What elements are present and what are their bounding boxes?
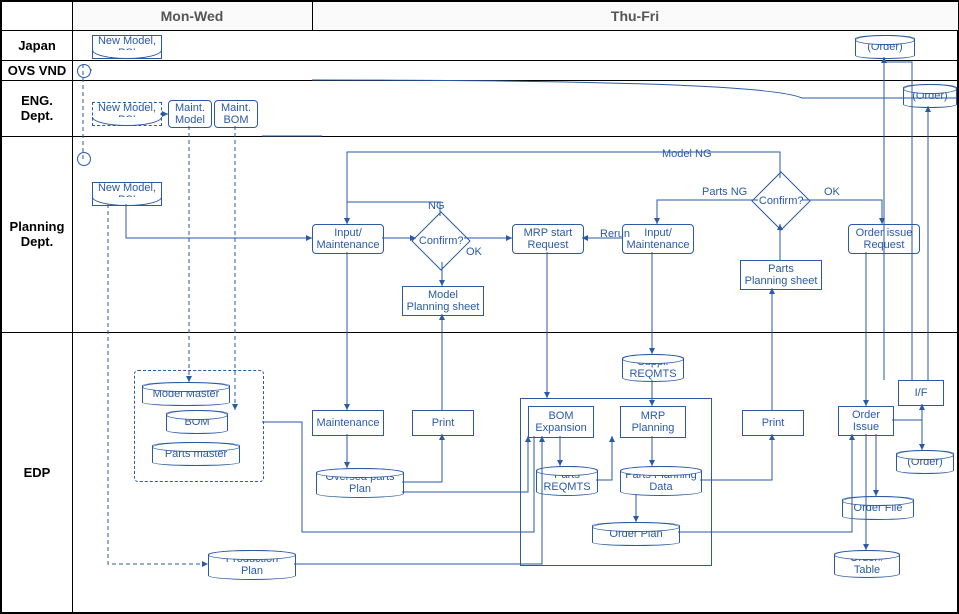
label: Suppl. REQMTS [629,356,676,380]
swimlane-diagram: Mon-Wed Thu-Fri Japan OVS VND ENG. Dept.… [0,0,959,614]
rect-model-sheet: Model Planning sheet [402,286,484,316]
label: Order# Table [850,552,884,576]
label-ok1: OK [466,246,482,258]
cyl-ovs-order: (Order) [903,84,957,108]
cyl-suppl-reqmts: Suppl. REQMTS [622,354,684,382]
label: (Order) [867,41,902,53]
rect-print2: Print [742,410,804,436]
proc-input-maint2: Input/ Maintenance [622,224,694,254]
cyl-model-master: Model Master [142,382,230,406]
row-japan: Japan [2,30,73,60]
label-ok2: OK [824,186,840,198]
row-ovs-vnd: OVS VND [2,60,73,80]
doc-japan-newmodel: New Model, PSI [92,35,162,59]
label-rerun: Rerun [600,228,630,240]
row-planning-dept: Planning Dept. [2,136,73,332]
label: Order Plan [609,528,662,540]
proc-maint-model: Maint. Model [168,100,212,128]
label: Parts Planning Data [625,469,697,493]
cyl-ordernum-table: Order# Table [834,550,900,578]
col-thu-fri: Thu-Fri [312,2,958,30]
label-parts-ng: Parts NG [702,186,747,198]
cyl-parts-reqmts: Parts REQMTS [536,466,598,496]
label: Confirm? [419,235,464,247]
proc-input-maint: Input/ Maintenance [312,224,384,254]
label-ng1: NG [428,200,445,212]
label: Model Master [153,388,220,400]
row-eng-dept: ENG. Dept. [2,80,73,136]
label: Order File [854,502,903,514]
cyl-order-plan: Order Plan [592,522,680,546]
col-mon-wed: Mon-Wed [72,2,312,30]
rect-print1: Print [412,410,474,436]
cyl-edp-order: (Order) [896,450,954,474]
cyl-order-file: Order File [842,496,914,520]
cyl-oversea-plan: Oversea parts Plan [316,468,404,498]
rect-parts-sheet: Parts Planning sheet [740,260,822,290]
cyl-japan-order: (Order) [855,35,915,59]
label: BOM [184,416,209,428]
rect-maintenance: Maintenance [312,410,384,436]
cyl-parts-master: Parts master [152,442,240,466]
label: (Order) [912,90,947,102]
proc-mrp-start: MRP start Request [512,224,584,254]
label-model-ng: Model NG [662,148,712,160]
row-edp: EDP [2,332,73,612]
rect-bom-expansion: BOM Expansion [528,406,594,438]
label: Confirm? [759,195,804,207]
label: Parts REQMTS [543,469,590,493]
doc-eng-newmodel: New Model, PSI [92,102,162,126]
label: Parts master [165,448,227,460]
cyl-bom: BOM [166,410,228,434]
label: Oversea parts Plan [325,471,394,495]
cyl-parts-plan-data: Parts Planning Data [620,466,702,496]
label: Production Plan [226,553,279,577]
proc-order-issue-req: Order issue Request [848,224,920,254]
rect-if: I/F [898,380,944,406]
decision-confirm1: Confirm? [411,211,470,270]
label: (Order) [907,456,942,468]
decision-confirm2: Confirm? [751,171,810,230]
rect-order-issue: Order Issue [838,406,894,436]
doc-plan-newmodel: New Model, PSI [92,182,162,206]
connector-circle-2 [77,152,91,166]
proc-maint-bom: Maint. BOM [214,100,258,128]
connector-circle-1 [77,64,91,78]
rect-mrp-planning: MRP Planning [620,406,686,438]
cyl-production-plan: Production Plan [208,550,296,580]
